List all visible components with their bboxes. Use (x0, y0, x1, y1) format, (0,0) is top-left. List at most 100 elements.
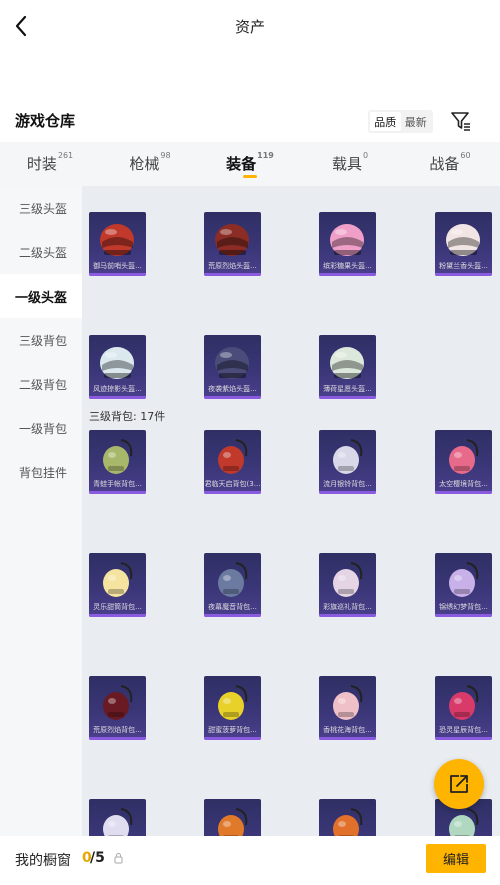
item-name: 夜幕魔音背包... (208, 603, 257, 611)
bottom-bar: 我的橱窗 0 /5 编辑 (0, 836, 500, 885)
helmet-card[interactable]: 缤彩糖果头盔... (319, 212, 376, 276)
helmet-icon (330, 347, 364, 379)
tab-count: 119 (257, 151, 274, 160)
header: 资产 (0, 0, 500, 52)
tab-vehicles[interactable]: 载具0 (300, 142, 400, 186)
tab-supplies[interactable]: 战备60 (400, 142, 500, 186)
backpack-icon (449, 808, 479, 836)
sidebar-item-level3-helmet[interactable]: 三级头盔 (0, 186, 82, 230)
share-icon (450, 775, 468, 793)
backpack-card[interactable]: 青蛙手帐背包... (89, 430, 146, 494)
quality-bar (89, 614, 146, 617)
tab-fashion[interactable]: 时装261 (0, 142, 100, 186)
item-name: 灵乐甜筒背包... (93, 603, 142, 611)
backpack-icon (449, 439, 479, 474)
item-name: 彩旗巡礼背包... (323, 603, 372, 611)
item-name: 恐灵星辰背包... (439, 726, 488, 734)
edit-button[interactable]: 编辑 (426, 844, 486, 873)
backpack-card[interactable]: 灵乐甜筒背包... (89, 553, 146, 617)
backpack-card[interactable]: 荒原烈焰背包... (89, 676, 146, 740)
backpack-card[interactable]: 甜蜜菠萝背包... (204, 676, 261, 740)
backpack-icon (218, 439, 248, 474)
tab-label: 载具 (331, 155, 362, 173)
backpack-card[interactable]: 夜幕魔音背包... (204, 553, 261, 617)
backpack-icon (103, 439, 133, 474)
sidebar-item-level1-helmet[interactable]: 一级头盔 (0, 274, 82, 318)
item-name: 君临天启背包(3... (204, 480, 261, 488)
sort-option-quality[interactable]: 品质 (370, 112, 401, 131)
item-name: 锦绣幻梦背包... (439, 603, 488, 611)
backpack-icon (103, 562, 133, 597)
helmet-card[interactable]: 御马前哨头盔... (89, 212, 146, 276)
quality-bar (89, 737, 146, 740)
backpack-card[interactable]: 君临天启背包(3... (204, 430, 261, 494)
helmet-card[interactable]: 夜袭紫焰头盔... (204, 335, 261, 399)
tab-label: 时装 (26, 155, 57, 173)
tab-count: 0 (362, 151, 369, 160)
quality-bar (435, 273, 492, 276)
backpack-card[interactable]: 彩旗巡礼背包... (319, 553, 376, 617)
sidebar: 三级头盔 二级头盔 一级头盔 三级背包 二级背包 一级背包 背包挂件 (0, 186, 82, 836)
showcase-total-count: /5 (90, 850, 105, 866)
sidebar-item-level1-backpack[interactable]: 一级背包 (0, 406, 82, 450)
helmet-card[interactable]: 薄荷星愿头盔... (319, 335, 376, 399)
item-name: 御马前哨头盔... (93, 262, 142, 270)
item-name: 流月银铃背包... (323, 480, 372, 488)
sort-option-newest[interactable]: 最新 (401, 112, 432, 131)
warehouse-header: 游戏仓库 品质 最新 (0, 104, 500, 136)
sidebar-item-level3-backpack[interactable]: 三级背包 (0, 318, 82, 362)
backpack-card[interactable] (89, 799, 146, 836)
backpack-card[interactable]: 锦绣幻梦背包... (435, 553, 492, 617)
backpack-card[interactable]: 太空樱境背包... (435, 430, 492, 494)
quality-bar (319, 273, 376, 276)
quality-bar (204, 737, 261, 740)
backpack-icon (449, 562, 479, 597)
backpack-icon (218, 808, 248, 836)
quality-bar (319, 614, 376, 617)
backpack-card[interactable]: 香桃花海背包... (319, 676, 376, 740)
sidebar-item-level2-backpack[interactable]: 二级背包 (0, 362, 82, 406)
backpack-card[interactable]: 流月银铃背包... (319, 430, 376, 494)
helmet-icon (446, 224, 480, 256)
helmet-card[interactable]: 风迹掠影头盔... (89, 335, 146, 399)
quality-bar (89, 396, 146, 399)
filter-icon[interactable] (450, 110, 472, 132)
backpack-card[interactable] (204, 799, 261, 836)
quality-bar (204, 491, 261, 494)
backpack-card[interactable] (319, 799, 376, 836)
backpack-icon (103, 808, 133, 836)
item-name: 荒原烈焰头盔... (208, 262, 257, 270)
tab-weapons[interactable]: 枪械98 (100, 142, 200, 186)
item-name: 青蛙手帐背包... (93, 480, 142, 488)
sidebar-item-level2-helmet[interactable]: 二级头盔 (0, 230, 82, 274)
tab-label: 枪械 (129, 155, 160, 173)
backpack-icon (218, 562, 248, 597)
backpack-icon (103, 685, 133, 720)
item-name: 缤彩糖果头盔... (323, 262, 372, 270)
showcase-label: 我的橱窗 (15, 853, 71, 869)
tab-count: 261 (57, 151, 74, 160)
backpack-card[interactable]: 恐灵星辰背包... (435, 676, 492, 740)
item-name: 荒原烈焰背包... (93, 726, 142, 734)
backpack-icon (218, 685, 248, 720)
helmet-icon (215, 224, 249, 256)
share-button[interactable] (434, 759, 484, 809)
backpack-icon (449, 685, 479, 720)
helmet-icon (100, 224, 134, 256)
backpack-icon (333, 562, 363, 597)
item-grid: 三级背包: 17件 御马前哨头盔... 荒原烈焰头盔... 缤彩糖果头盔... 粉黛兰… (82, 186, 500, 836)
category-tabs: 时装261 枪械98 装备119 载具0 战备60 (0, 142, 500, 186)
tab-equipment[interactable]: 装备119 (200, 142, 300, 186)
item-name: 香桃花海背包... (323, 726, 372, 734)
item-name: 太空樱境背包... (439, 480, 488, 488)
item-name: 风迹掠影头盔... (93, 385, 142, 393)
quality-bar (319, 737, 376, 740)
section-title: 游戏仓库 (15, 112, 76, 130)
helmet-card[interactable]: 粉黛兰香头盔... (435, 212, 492, 276)
tab-label: 战备 (429, 155, 460, 173)
sidebar-item-backpack-charm[interactable]: 背包挂件 (0, 450, 82, 494)
active-tab-indicator (243, 175, 257, 178)
helmet-card[interactable]: 荒原烈焰头盔... (204, 212, 261, 276)
item-name: 夜袭紫焰头盔... (208, 385, 257, 393)
backpack-group-label: 三级背包: 17件 (89, 410, 166, 423)
